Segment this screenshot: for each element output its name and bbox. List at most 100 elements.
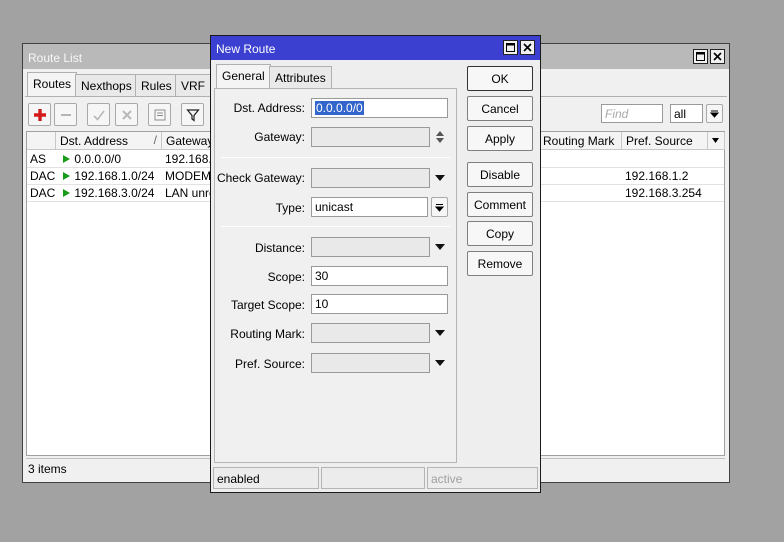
new-route-dialog: New Route General Attributes Dst. Addres… (210, 35, 541, 493)
filter-dropdown-button[interactable] (706, 104, 723, 123)
item-count: 3 items (28, 462, 67, 476)
chevron-down-icon (435, 360, 445, 366)
new-route-titlebar[interactable]: New Route (211, 36, 540, 60)
row-pref-source: 192.168.1.2 (625, 169, 689, 183)
disable-label: Disable (479, 167, 521, 182)
type-label: Type: (275, 201, 305, 215)
check-gateway-label: Check Gateway: (216, 171, 305, 185)
gateway-input[interactable] (311, 127, 430, 147)
row-gateway: LAN unre (165, 186, 212, 200)
type-value: unicast (315, 200, 354, 214)
dst-address-value: 0.0.0.0/0 (315, 101, 364, 115)
disable-button[interactable] (115, 103, 138, 126)
tab-nexthops[interactable]: Nexthops (75, 74, 138, 96)
new-route-title: New Route (216, 42, 276, 56)
row-flags: DAC (30, 186, 56, 200)
check-gateway-select[interactable] (311, 168, 430, 188)
column-header-flags[interactable] (27, 132, 56, 150)
route-active-icon (63, 189, 70, 197)
checkmark-icon (92, 110, 105, 121)
separator (221, 157, 450, 158)
remove-label: Remove (477, 256, 523, 271)
routing-mark-label: Routing Mark: (230, 327, 305, 341)
routing-mark-dropdown-button[interactable] (433, 323, 447, 343)
apply-button[interactable]: Apply (467, 126, 533, 151)
status-middle (321, 467, 425, 489)
add-button[interactable] (28, 103, 51, 126)
routing-mark-select[interactable] (311, 323, 430, 343)
tab-vrf[interactable]: VRF (175, 74, 211, 96)
ok-button[interactable]: OK (467, 66, 533, 91)
status-enabled: enabled (213, 467, 319, 489)
tab-rules[interactable]: Rules (135, 74, 178, 96)
maximize-icon (506, 43, 515, 52)
chevron-down-icon (710, 110, 719, 118)
close-button[interactable] (710, 49, 725, 64)
chevron-down-icon (435, 330, 445, 336)
filter-icon (185, 108, 200, 122)
column-header-gateway[interactable]: Gateway (162, 132, 212, 150)
gateway-add-remove-button[interactable] (433, 127, 447, 147)
minus-icon (60, 113, 71, 116)
tab-attributes[interactable]: Attributes (269, 66, 332, 88)
tab-routes-label: Routes (33, 77, 72, 91)
filter-button[interactable] (181, 103, 204, 126)
distance-input[interactable] (311, 237, 430, 257)
column-header-dst-label: Dst. Address (60, 134, 129, 148)
type-dropdown-button[interactable] (431, 197, 448, 217)
remove-button[interactable]: Remove (467, 251, 533, 276)
tab-routes[interactable]: Routes (27, 72, 78, 96)
tab-vrf-label: VRF (181, 79, 205, 93)
find-input[interactable]: Find (601, 104, 663, 123)
type-select[interactable]: unicast (311, 197, 428, 217)
tab-attributes-label: Attributes (275, 71, 326, 85)
chevron-down-icon (435, 244, 445, 250)
enable-button[interactable] (87, 103, 110, 126)
tab-general-label: General (222, 69, 265, 83)
row-dst: 192.168.1.0/24 (56, 168, 162, 185)
route-list-title: Route List (28, 51, 83, 65)
check-gateway-dropdown-button[interactable] (433, 168, 447, 188)
distance-dropdown-button[interactable] (433, 237, 447, 257)
cancel-label: Cancel (481, 101, 519, 116)
column-header-pref-source[interactable]: Pref. Source (622, 132, 708, 150)
target-scope-input[interactable]: 10 (311, 294, 448, 314)
cancel-button[interactable]: Cancel (467, 96, 533, 121)
up-down-arrows-icon (436, 131, 444, 143)
column-header-dst-address[interactable]: Dst. Address / (56, 132, 162, 150)
sort-icon: / (153, 133, 157, 147)
row-dst-label: 192.168.3.0/24 (74, 186, 155, 200)
dst-address-input[interactable]: 0.0.0.0/0 (311, 98, 448, 118)
close-button[interactable] (520, 40, 535, 55)
route-active-icon (63, 155, 70, 163)
remove-button[interactable] (54, 103, 77, 126)
comment-button[interactable] (148, 103, 171, 126)
pref-source-select[interactable] (311, 353, 430, 373)
disable-button[interactable]: Disable (467, 162, 533, 187)
filter-select[interactable]: all (670, 104, 703, 123)
route-active-icon (63, 172, 70, 180)
scope-input[interactable]: 30 (311, 266, 448, 286)
distance-label: Distance: (254, 241, 305, 255)
comment-button[interactable]: Comment (467, 192, 533, 217)
tab-nexthops-label: Nexthops (81, 79, 132, 93)
chevron-down-icon (435, 203, 444, 212)
pref-source-dropdown-button[interactable] (433, 353, 447, 373)
column-header-routing-mark[interactable]: Routing Mark (539, 132, 622, 150)
apply-label: Apply (484, 131, 516, 146)
maximize-button[interactable] (503, 40, 518, 55)
tab-general[interactable]: General (216, 64, 271, 88)
pref-source-label: Pref. Source: (234, 357, 305, 371)
close-icon (713, 52, 722, 61)
gateway-label: Gateway: (254, 130, 305, 144)
row-dst: 0.0.0.0/0 (56, 151, 162, 168)
row-gateway: MODEM r (165, 169, 212, 183)
columns-menu-button[interactable] (708, 132, 725, 150)
row-flags: AS (30, 152, 47, 166)
copy-button[interactable]: Copy (467, 221, 533, 246)
copy-label: Copy (485, 226, 514, 241)
chevron-down-icon (435, 175, 445, 181)
row-gateway: 192.168.1 (165, 152, 212, 166)
maximize-button[interactable] (693, 49, 708, 64)
row-dst-label: 192.168.1.0/24 (74, 169, 155, 183)
